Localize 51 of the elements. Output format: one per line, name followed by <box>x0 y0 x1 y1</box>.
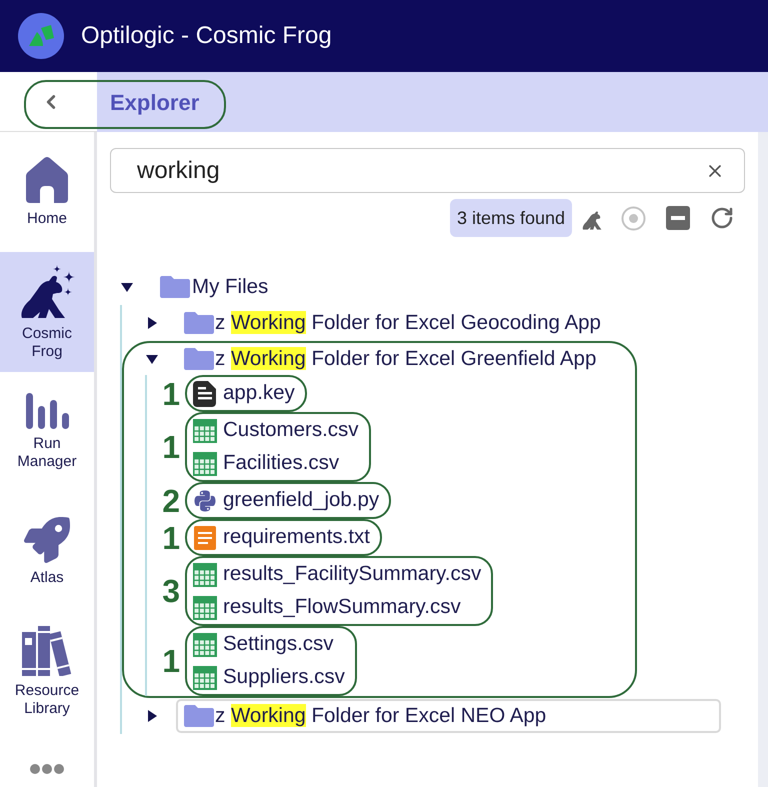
logo-icon <box>18 13 64 59</box>
books-icon <box>22 626 72 676</box>
folder-icon <box>184 312 214 334</box>
annotation-number: 1 <box>162 522 180 554</box>
document-icon <box>193 380 217 406</box>
folder-icon <box>184 348 214 370</box>
result-count: 3 items found <box>450 199 572 237</box>
spreadsheet-icon <box>193 632 217 656</box>
file-name[interactable]: greenfield_job.py <box>223 485 380 516</box>
text-file-icon <box>194 526 216 550</box>
file-name[interactable]: results_FacilitySummary.csv <box>223 559 482 590</box>
folder-name[interactable]: z Working Folder for Excel NEO App <box>215 700 546 732</box>
more-icon[interactable] <box>30 764 64 774</box>
file-name[interactable]: Facilities.csv <box>223 448 340 479</box>
search-field[interactable]: working <box>110 148 745 193</box>
caret-right-icon[interactable] <box>148 710 156 722</box>
radio-icon[interactable] <box>621 206 646 230</box>
app-title: Optilogic - Cosmic Frog <box>81 21 332 51</box>
file-name[interactable]: requirements.txt <box>223 522 370 553</box>
spreadsheet-icon <box>193 596 217 620</box>
annotation-number: 3 <box>162 575 180 607</box>
caret-down-icon[interactable] <box>121 282 133 292</box>
caret-down-icon[interactable] <box>146 354 158 364</box>
folder-name[interactable]: z Working Folder for Excel Greenfield App <box>215 344 596 374</box>
refresh-icon[interactable] <box>710 206 734 230</box>
file-name[interactable]: Customers.csv <box>223 415 359 446</box>
folder-name[interactable]: My Files <box>192 272 268 302</box>
annotation-number: 1 <box>162 431 180 463</box>
collapse-icon[interactable] <box>666 206 690 230</box>
spreadsheet-icon <box>193 562 217 586</box>
annotation-number: 2 <box>162 484 180 516</box>
panel-title: Explorer <box>110 88 200 117</box>
folder-name[interactable]: z Working Folder for Excel Geocoding App <box>215 308 601 338</box>
sidebar-item[interactable]: Cosmic Frog <box>0 252 94 372</box>
spreadsheet-icon <box>193 666 217 690</box>
annotation-number: 1 <box>162 378 180 410</box>
focused-row[interactable]: z Working Folder for Excel NEO App <box>176 699 721 733</box>
file-name[interactable]: Settings.csv <box>223 629 334 660</box>
bar-chart-icon <box>26 393 68 429</box>
folder-icon <box>184 705 214 727</box>
home-icon <box>25 156 69 204</box>
folder-icon <box>160 276 190 298</box>
annotation-number: 1 <box>162 645 180 677</box>
file-name[interactable]: app.key <box>223 378 295 409</box>
spreadsheet-icon <box>193 418 217 442</box>
file-name[interactable]: Suppliers.csv <box>223 662 345 693</box>
python-icon <box>193 488 217 512</box>
file-name[interactable]: results_FlowSummary.csv <box>223 592 461 623</box>
spreadsheet-icon <box>193 452 217 476</box>
caret-right-icon[interactable] <box>148 317 156 329</box>
rocket-icon <box>24 517 70 563</box>
